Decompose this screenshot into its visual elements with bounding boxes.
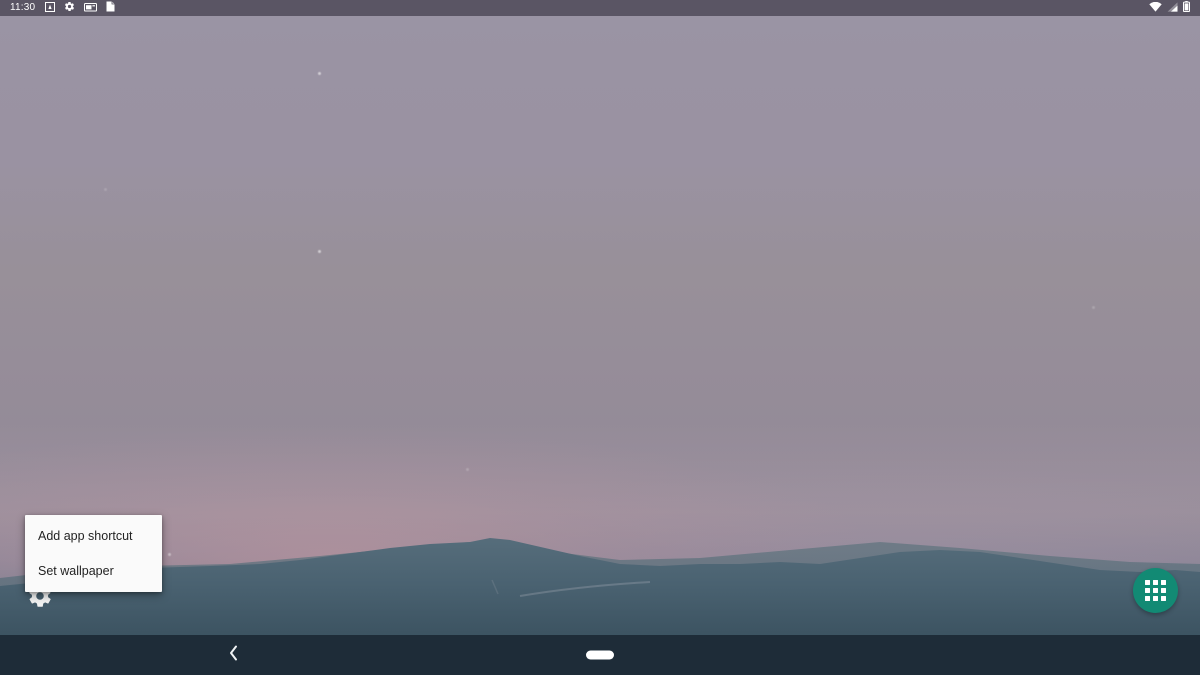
app-drawer-button[interactable] bbox=[1133, 568, 1178, 613]
clipboard-notification-icon bbox=[106, 0, 115, 17]
nav-home-button[interactable] bbox=[586, 650, 614, 660]
nav-back-button[interactable] bbox=[214, 635, 252, 675]
menu-item-add-app-shortcut[interactable]: Add app shortcut bbox=[25, 519, 162, 554]
status-bar[interactable]: 11:30 bbox=[0, 0, 1200, 16]
navigation-bar bbox=[0, 635, 1200, 675]
battery-icon bbox=[1183, 0, 1190, 17]
status-bar-notification-icons bbox=[45, 0, 115, 17]
gear-icon bbox=[27, 585, 53, 613]
grid-icon bbox=[1145, 580, 1166, 601]
chevron-left-icon bbox=[228, 645, 239, 666]
app-notification-icon bbox=[45, 0, 56, 17]
android-home-screen: 11:30 Add app shortcut Set wallpaper bbox=[0, 0, 1200, 675]
status-bar-system-icons bbox=[1149, 0, 1194, 17]
status-bar-clock: 11:30 bbox=[10, 2, 36, 13]
mountain-silhouette bbox=[0, 520, 1200, 640]
cell-signal-icon bbox=[1167, 0, 1178, 17]
menu-item-set-wallpaper[interactable]: Set wallpaper bbox=[25, 554, 162, 589]
home-screen-context-menu[interactable]: Add app shortcut Set wallpaper bbox=[25, 515, 162, 592]
battery-saver-notification-icon bbox=[84, 0, 98, 17]
wifi-icon bbox=[1149, 0, 1162, 17]
settings-notification-icon bbox=[64, 0, 75, 17]
